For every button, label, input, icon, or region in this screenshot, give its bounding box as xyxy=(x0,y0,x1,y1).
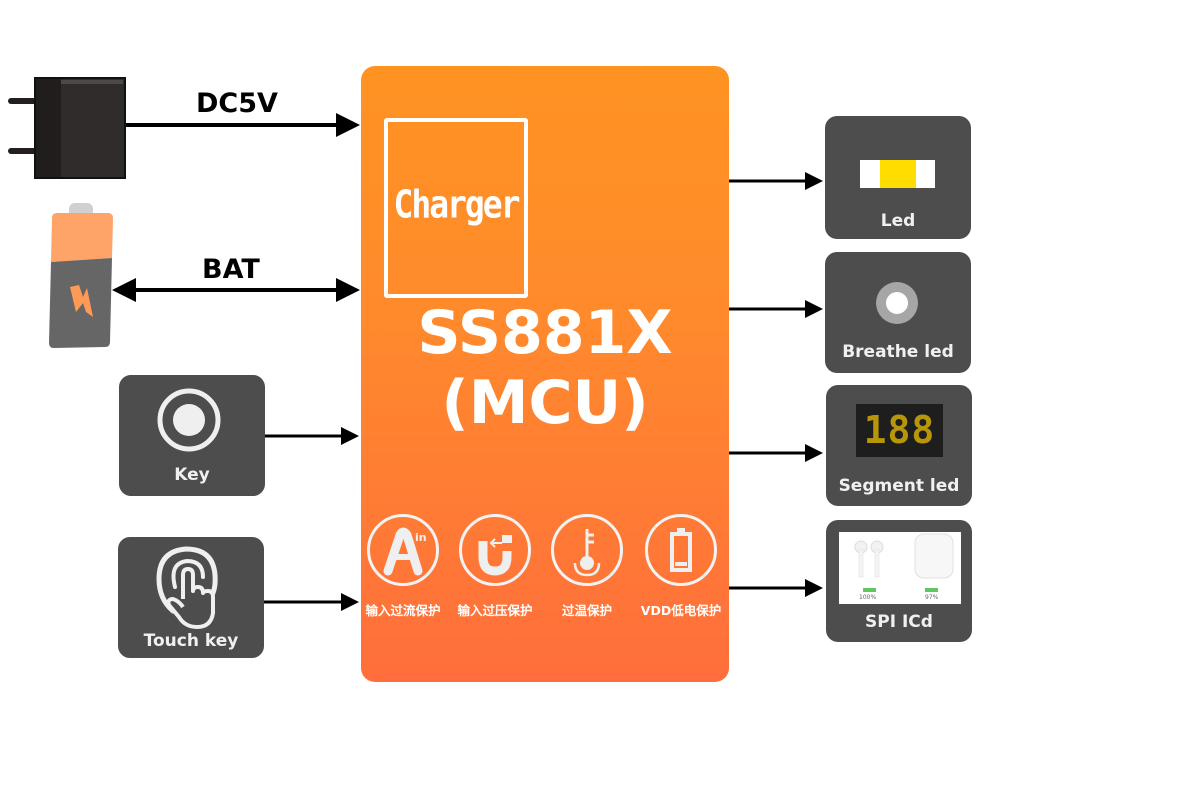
mcu-title-line2: (MCU) xyxy=(441,368,649,438)
protection-label: 过温保护 xyxy=(561,603,612,618)
led-chip-icon xyxy=(860,160,935,188)
bat-label: BAT xyxy=(202,254,260,285)
touch-key-label: Touch key xyxy=(143,631,239,651)
spi-icd-card[interactable]: 100% 97% SPI ICd xyxy=(826,520,972,642)
key-label: Key xyxy=(174,465,210,485)
earbuds-image: 100% 97% xyxy=(839,532,961,604)
led-label: Led xyxy=(880,211,916,231)
svg-text:in: in xyxy=(415,531,427,544)
led-card[interactable]: Led xyxy=(825,116,971,239)
touch-finger-icon xyxy=(156,546,218,629)
key-card[interactable]: Key xyxy=(119,375,265,496)
breathe-led-label: Breathe led xyxy=(842,342,954,362)
dc5v-label: DC5V xyxy=(196,88,278,119)
battery-icon xyxy=(49,203,113,348)
protection-vdd-low: VDD低电保护 xyxy=(636,514,726,619)
left-battery-percent: 100% xyxy=(859,594,877,601)
protection-over-voltage: 输入过压保护 xyxy=(450,514,540,619)
current-in-icon: in xyxy=(367,514,439,586)
right-battery-percent: 97% xyxy=(925,594,939,601)
charger-label: Charger xyxy=(393,182,520,227)
protection-over-temperature: 过温保护 xyxy=(542,514,632,619)
temperature-icon xyxy=(551,514,623,586)
mcu-title-line1: SS881X xyxy=(417,298,673,368)
battery-low-icon xyxy=(645,514,717,586)
protection-label: 输入过压保护 xyxy=(457,603,533,618)
segment-digits: 188 xyxy=(863,408,936,452)
segment-display-icon: 188 xyxy=(856,404,943,457)
push-button-icon xyxy=(157,388,221,452)
protection-label: VDD低电保护 xyxy=(640,603,722,618)
voltage-in-icon xyxy=(459,514,531,586)
breathe-led-card[interactable]: Breathe led xyxy=(825,252,971,373)
breathe-led-icon xyxy=(876,282,918,324)
mcu-title: SS881X (MCU) xyxy=(361,298,729,438)
touch-key-card[interactable]: Touch key xyxy=(118,537,264,658)
power-adapter-icon xyxy=(8,77,126,179)
segment-led-label: Segment led xyxy=(838,476,960,496)
spi-icd-label: SPI ICd xyxy=(865,612,933,632)
segment-led-card[interactable]: 188 Segment led xyxy=(826,385,972,506)
protection-over-current: in 输入过流保护 xyxy=(358,514,448,619)
protection-label: 输入过流保护 xyxy=(365,603,441,618)
